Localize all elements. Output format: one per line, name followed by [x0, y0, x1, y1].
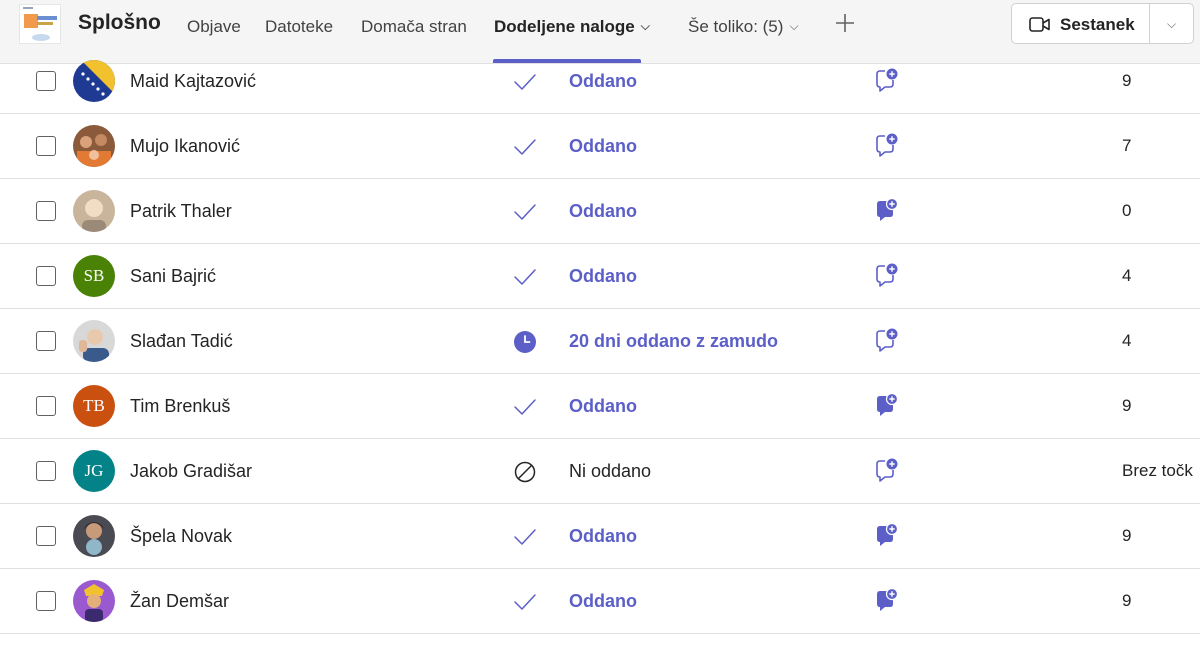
table-row[interactable]: SB Sani Bajrić Oddano 4 [0, 244, 1200, 309]
tab-label: Domača stran [361, 17, 467, 36]
comment-add-outline-icon[interactable] [873, 327, 899, 353]
clock-icon [514, 331, 536, 353]
comment-add-filled-icon[interactable] [873, 587, 899, 613]
student-name[interactable]: Maid Kajtazović [130, 71, 256, 92]
table-row[interactable]: Slađan Tadić 20 dni oddano z zamudo 4 [0, 309, 1200, 374]
tab-objave[interactable]: Objave [187, 17, 241, 37]
student-name[interactable]: Žan Demšar [130, 591, 229, 612]
row-checkbox[interactable] [36, 201, 56, 221]
row-checkbox[interactable] [36, 266, 56, 286]
avatar[interactable] [73, 580, 115, 622]
submission-status[interactable]: Oddano [569, 591, 637, 612]
channel-title: Splošno [78, 11, 161, 34]
avatar[interactable] [73, 320, 115, 362]
table-row[interactable]: Špela Novak Oddano 9 [0, 504, 1200, 569]
points-value[interactable]: Brez točk [1122, 461, 1193, 481]
comment-add-filled-icon[interactable] [873, 522, 899, 548]
table-row[interactable]: JG Jakob Gradišar Ni oddano Brez točk [0, 439, 1200, 504]
comment-add-filled-icon[interactable] [873, 392, 899, 418]
student-name[interactable]: Sani Bajrić [130, 266, 216, 287]
student-name[interactable]: Patrik Thaler [130, 201, 232, 222]
points-value[interactable]: 9 [1122, 526, 1131, 546]
meet-button[interactable]: Sestanek [1011, 3, 1150, 44]
check-icon [514, 204, 536, 220]
points-value[interactable]: 4 [1122, 266, 1131, 286]
check-icon [514, 139, 536, 155]
check-icon [514, 74, 536, 90]
tab-label: Datoteke [265, 17, 334, 36]
check-icon [514, 594, 536, 610]
student-name[interactable]: Špela Novak [130, 526, 232, 547]
team-logo[interactable] [19, 4, 61, 44]
comment-add-filled-icon[interactable] [873, 197, 899, 223]
check-icon [514, 269, 536, 285]
student-name[interactable]: Jakob Gradišar [130, 461, 252, 482]
points-value[interactable]: 7 [1122, 136, 1131, 156]
meet-options-button[interactable]: ⌵ [1149, 3, 1194, 44]
submission-status[interactable]: Oddano [569, 71, 637, 92]
avatar[interactable] [73, 60, 115, 102]
tab-more[interactable]: Še toliko: (5) ⌵ [688, 17, 799, 37]
table-row[interactable]: TB Tim Brenkuš Oddano 9 [0, 374, 1200, 439]
submission-status[interactable]: Oddano [569, 136, 637, 157]
submission-status[interactable]: 20 dni oddano z zamudo [569, 331, 778, 352]
points-value[interactable]: 9 [1122, 71, 1131, 91]
tab-label: Dodeljene naloge [494, 17, 635, 36]
check-icon [514, 399, 536, 415]
avatar[interactable]: TB [73, 385, 115, 427]
chevron-down-icon: ⌵ [1166, 17, 1177, 31]
comment-add-outline-icon[interactable] [873, 262, 899, 288]
comment-add-outline-icon[interactable] [873, 67, 899, 93]
avatar[interactable] [73, 125, 115, 167]
chevron-down-icon: ⌵ [640, 19, 650, 33]
table-row[interactable]: Patrik Thaler Oddano 0 [0, 179, 1200, 244]
submission-status[interactable]: Oddano [569, 526, 637, 547]
row-checkbox[interactable] [36, 71, 56, 91]
table-row[interactable]: Maid Kajtazović Oddano 9 [0, 49, 1200, 114]
avatar[interactable]: JG [73, 450, 115, 492]
table-row[interactable]: Žan Demšar Oddano 9 [0, 569, 1200, 634]
row-checkbox[interactable] [36, 461, 56, 481]
tab-domaca-stran[interactable]: Domača stran [361, 17, 467, 37]
table-row[interactable]: Mujo Ikanović Oddano 7 [0, 114, 1200, 179]
comment-add-outline-icon[interactable] [873, 457, 899, 483]
chevron-down-icon: ⌵ [789, 19, 799, 33]
row-checkbox[interactable] [36, 526, 56, 546]
student-name[interactable]: Mujo Ikanović [130, 136, 240, 157]
tab-label: Objave [187, 17, 241, 36]
add-tab-button[interactable] [834, 12, 856, 34]
comment-add-outline-icon[interactable] [873, 132, 899, 158]
points-value[interactable]: 9 [1122, 591, 1131, 611]
student-name[interactable]: Tim Brenkuš [130, 396, 230, 417]
avatar[interactable]: SB [73, 255, 115, 297]
submission-status[interactable]: Oddano [569, 201, 637, 222]
points-value[interactable]: 4 [1122, 331, 1131, 351]
not-submitted-icon [514, 461, 536, 483]
check-icon [514, 529, 536, 545]
tab-dodeljene-naloge[interactable]: Dodeljene naloge ⌵ [494, 17, 650, 37]
plus-icon [836, 14, 854, 32]
student-name[interactable]: Slađan Tadić [130, 331, 233, 352]
video-camera-icon [1029, 17, 1050, 32]
submission-status[interactable]: Oddano [569, 266, 637, 287]
row-checkbox[interactable] [36, 396, 56, 416]
points-value[interactable]: 9 [1122, 396, 1131, 416]
row-checkbox[interactable] [36, 591, 56, 611]
row-checkbox[interactable] [36, 136, 56, 156]
row-checkbox[interactable] [36, 331, 56, 351]
submission-status[interactable]: Ni oddano [569, 461, 651, 482]
submission-status[interactable]: Oddano [569, 396, 637, 417]
avatar[interactable] [73, 515, 115, 557]
meet-button-label: Sestanek [1060, 15, 1135, 34]
avatar[interactable] [73, 190, 115, 232]
tab-label: Še toliko: (5) [688, 17, 784, 36]
tab-datoteke[interactable]: Datoteke [265, 17, 333, 37]
points-value[interactable]: 0 [1122, 201, 1131, 221]
